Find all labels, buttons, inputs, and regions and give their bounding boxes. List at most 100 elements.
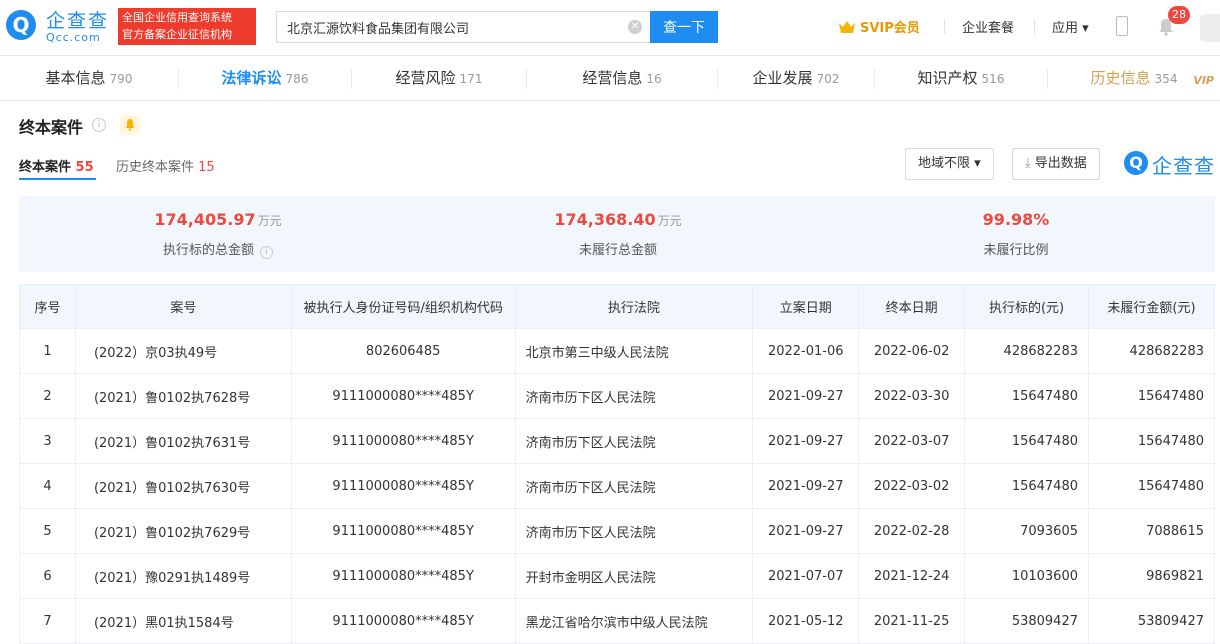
end-date: 2022-03-30 [858,373,966,419]
tab-count: 702 [816,72,840,86]
logo-subtext: Qcc.com [46,31,101,44]
export-label: 导出数据 [1034,156,1087,171]
case-number-link[interactable]: (2021）黑01执1584号 [74,598,292,644]
tab-count: 171 [459,72,483,86]
active-subtab-indicator [19,178,96,180]
id-code: 9111000080****485Y [290,508,516,554]
subtab-label: 历史终本案件 [116,160,195,175]
filing-date: 2021-09-27 [752,373,860,419]
badge-line-1: 全国企业信用查询系统 [122,11,232,24]
nav-apps[interactable]: 应用 ▾ [1052,17,1089,36]
tab-basic-info[interactable]: 基本信息 790 [0,57,178,101]
official-badge: 全国企业信用查询系统 官方备案企业征信机构 [118,8,256,45]
export-button[interactable]: ⤓ 导出数据 [1012,148,1100,180]
subtab-history-cases[interactable]: 历史终本案件 15 [116,156,215,175]
tab-count: 786 [285,72,309,86]
search-button[interactable]: 查一下 [650,11,718,43]
unpaid-amount: 9869821 [1088,553,1215,599]
info-icon[interactable]: i [92,118,106,132]
case-number-link[interactable]: (2021）鲁0102执7630号 [74,463,292,509]
table-row: 7 (2021）黑01执1584号 9111000080****485Y 黑龙江… [19,598,1215,644]
summary-total-amount: 174,405.97 万元 执行标的总金额 i [19,196,417,259]
case-number-link[interactable]: (2021）鲁0102执7629号 [74,508,292,554]
end-date: 2021-12-24 [858,553,966,599]
tab-history[interactable]: 历史信息 354 VIP [1048,57,1220,101]
case-number-link[interactable]: (2021）鲁0102执7628号 [74,373,292,419]
qcc-logo-icon[interactable]: Q [6,10,36,40]
unpaid-amount: 53809427 [1088,598,1215,644]
table-row: 4 (2021）鲁0102执7630号 9111000080****485Y 济… [19,463,1215,509]
avatar[interactable] [1200,14,1220,42]
summary-label: 未履行总金额 [578,243,657,258]
table-row: 3 (2021）鲁0102执7631号 9111000080****485Y 济… [19,418,1215,464]
tab-business-risk[interactable]: 经营风险 171 [352,57,526,101]
col-header-id-code: 被执行人身份证号码/组织机构代码 [290,284,516,329]
table-row: 5 (2021）鲁0102执7629号 9111000080****485Y 济… [19,508,1215,554]
vip-tag: VIP [1193,74,1214,87]
court-name: 黑龙江省哈尔滨市中级人民法院 [514,598,754,644]
case-number-link[interactable]: (2021）鲁0102执7631号 [74,418,292,464]
info-icon[interactable]: i [260,246,273,259]
phone-icon[interactable] [1116,16,1128,36]
end-date: 2022-03-07 [858,418,966,464]
id-code: 9111000080****485Y [290,598,516,644]
end-date: 2022-06-02 [858,328,966,374]
tab-label: 基本信息 [45,69,106,87]
summary-label: 未履行比例 [983,243,1049,258]
tab-count: 16 [646,72,662,86]
filing-date: 2021-09-27 [752,463,860,509]
tab-ip[interactable]: 知识产权 516 [875,57,1047,101]
cases-table: 序号 案号 被执行人身份证号码/组织机构代码 执行法院 立案日期 终本日期 执行… [19,284,1215,644]
table-row: 6 (2021）豫0291执1489号 9111000080****485Y 开… [19,553,1215,599]
notification-count: 28 [1168,6,1190,24]
clear-icon[interactable]: ✕ [628,20,642,34]
court-name: 北京市第三中级人民法院 [514,328,754,374]
region-filter-dropdown[interactable]: 地域不限 ▾ [905,148,994,180]
subtab-label: 终本案件 [19,160,72,175]
tab-label: 知识产权 [917,69,978,87]
tab-count: 516 [981,72,1005,86]
case-number-link[interactable]: (2022）京03执49号 [74,328,292,374]
tab-legal[interactable]: 法律诉讼 786 [179,57,351,101]
summary-label: 执行标的总金额 [162,243,254,258]
id-code: 9111000080****485Y [290,418,516,464]
svip-label: SVIP会员 [860,21,920,36]
tab-count: 790 [109,72,133,86]
table-row: 2 (2021）鲁0102执7628号 9111000080****485Y 济… [19,373,1215,419]
logo-text[interactable]: 企查查 [46,6,109,33]
exec-amount: 53809427 [964,598,1089,644]
exec-amount: 15647480 [964,418,1089,464]
case-number-link[interactable]: (2021）豫0291执1489号 [74,553,292,599]
tab-label: 历史信息 [1090,69,1151,87]
monitor-bell-icon[interactable] [120,115,140,135]
col-header-filing-date: 立案日期 [752,284,860,329]
row-number: 5 [19,508,76,554]
badge-line-2: 官方备案企业征信机构 [122,28,232,41]
search-input[interactable] [277,12,607,42]
exec-amount: 15647480 [964,373,1089,419]
end-date: 2022-02-28 [858,508,966,554]
nav-package[interactable]: 企业套餐 [962,17,1014,36]
filing-date: 2022-01-06 [752,328,860,374]
top-bar: Q 企查查 Qcc.com 全国企业信用查询系统 官方备案企业征信机构 ✕ 查一… [0,0,1220,56]
summary-unit: 万元 [257,214,282,228]
unpaid-amount: 15647480 [1088,418,1215,464]
table-row: 1 (2022）京03执49号 802606485 北京市第三中级人民法院 20… [19,328,1215,374]
exec-amount: 7093605 [964,508,1089,554]
subtab-final-cases[interactable]: 终本案件 55 [19,156,94,175]
tab-business-info[interactable]: 经营信息 16 [527,57,717,101]
tab-development[interactable]: 企业发展 702 [718,57,874,101]
nav-divider [944,20,945,34]
court-name: 开封市金明区人民法院 [514,553,754,599]
unpaid-amount: 15647480 [1088,463,1215,509]
tab-count: 354 [1154,72,1178,86]
filing-date: 2021-07-07 [752,553,860,599]
col-header-case-no: 案号 [74,284,292,329]
id-code: 802606485 [290,328,516,374]
section-title: 终本案件 [19,118,84,137]
row-number: 4 [19,463,76,509]
summary-unpaid-amount: 174,368.40 万元 未履行总金额 [419,196,817,258]
end-date: 2022-03-02 [858,463,966,509]
svip-link[interactable]: SVIP会员 [838,17,920,36]
unpaid-amount: 15647480 [1088,373,1215,419]
